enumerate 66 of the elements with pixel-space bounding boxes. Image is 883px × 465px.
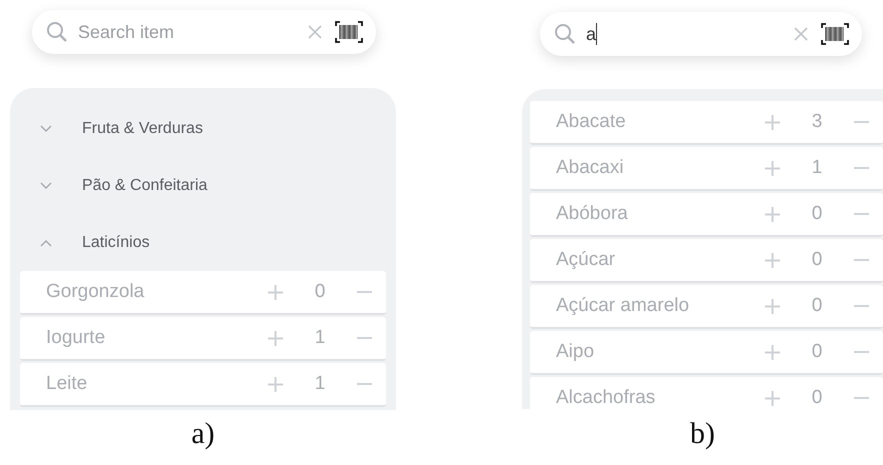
item-count: 0 [810, 341, 824, 363]
item-row[interactable]: Abacaxi 1 [530, 147, 883, 191]
plus-icon[interactable] [268, 284, 283, 300]
item-name: Abacaxi [556, 157, 625, 179]
plus-icon[interactable] [765, 206, 780, 222]
chevron-down-icon[interactable] [40, 182, 52, 190]
plus-icon[interactable] [765, 298, 780, 314]
search-field[interactable]: a [540, 12, 862, 56]
minus-icon[interactable] [854, 397, 869, 399]
plus-icon[interactable] [765, 390, 780, 406]
category-name[interactable]: Fruta & Verduras [82, 120, 203, 138]
plus-icon[interactable] [765, 160, 780, 176]
item-count: 1 [810, 157, 824, 179]
item-count: 1 [314, 373, 326, 395]
item-row[interactable]: Gorgonzola 0 [20, 271, 386, 315]
search-icon [554, 23, 576, 45]
item-row[interactable]: Abóbora 0 [530, 193, 883, 237]
minus-icon[interactable] [854, 259, 869, 261]
minus-icon[interactable] [854, 121, 869, 123]
minus-icon[interactable] [854, 351, 869, 353]
minus-icon[interactable] [357, 291, 372, 293]
minus-icon[interactable] [357, 383, 372, 385]
item-name: Açúcar amarelo [556, 295, 690, 317]
item-name: Iogurte [46, 327, 106, 349]
search-field[interactable]: Search item [32, 10, 376, 54]
item-name: Abacate [556, 111, 627, 133]
plus-icon[interactable] [765, 344, 780, 360]
chevron-down-icon[interactable] [40, 124, 52, 132]
barcode-scan-icon[interactable] [818, 22, 852, 46]
item-name: Açúcar [556, 249, 616, 271]
item-name: Abóbora [556, 203, 629, 225]
category-name[interactable]: Laticínios [82, 234, 150, 252]
figure-caption: a) [190, 417, 216, 451]
item-name: Alcachofras [556, 387, 656, 409]
item-count: 1 [314, 327, 326, 349]
item-row[interactable]: Iogurte 1 [20, 317, 386, 361]
close-icon[interactable] [794, 27, 808, 41]
item-count: 0 [314, 281, 326, 303]
minus-icon[interactable] [854, 167, 869, 169]
item-count: 3 [810, 111, 824, 133]
item-row[interactable]: Alcachofras 0 [530, 377, 883, 409]
minus-icon[interactable] [357, 337, 372, 339]
barcode-scan-icon[interactable] [332, 20, 366, 44]
item-name: Aipo [556, 341, 596, 363]
close-icon[interactable] [308, 25, 322, 39]
item-row[interactable]: Açúcar amarelo 0 [530, 285, 883, 329]
minus-icon[interactable] [854, 305, 869, 307]
item-count: 0 [810, 203, 824, 225]
item-row[interactable]: Aipo 0 [530, 331, 883, 375]
figure-caption: b) [689, 417, 716, 451]
plus-icon[interactable] [268, 330, 283, 346]
chevron-up-icon[interactable] [40, 238, 52, 246]
item-row[interactable]: Leite 1 [20, 363, 386, 407]
search-icon [46, 21, 68, 43]
plus-icon[interactable] [765, 114, 780, 130]
item-row[interactable]: Açúcar 0 [530, 239, 883, 283]
plus-icon[interactable] [268, 376, 283, 392]
plus-icon[interactable] [765, 252, 780, 268]
item-count: 0 [810, 387, 824, 409]
item-name: Gorgonzola [46, 281, 146, 303]
item-count: 0 [810, 249, 824, 271]
item-name: Leite [46, 373, 88, 395]
minus-icon[interactable] [854, 213, 869, 215]
item-row[interactable]: Abacate 3 [530, 101, 883, 145]
category-name[interactable]: Pão & Confeitaria [82, 176, 208, 194]
item-count: 0 [810, 295, 824, 317]
